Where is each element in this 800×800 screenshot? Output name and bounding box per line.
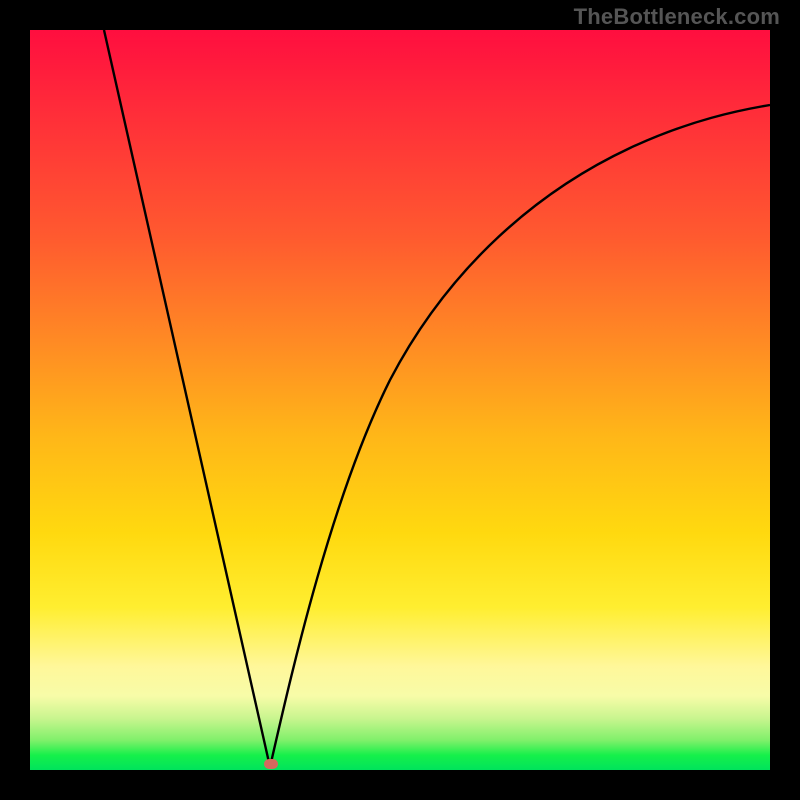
minimum-marker xyxy=(264,759,278,769)
left-branch-path xyxy=(104,30,270,767)
right-branch-path xyxy=(270,105,770,767)
plot-area xyxy=(30,30,770,770)
chart-frame: TheBottleneck.com xyxy=(0,0,800,800)
bottleneck-curve xyxy=(30,30,770,770)
watermark-text: TheBottleneck.com xyxy=(574,4,780,30)
